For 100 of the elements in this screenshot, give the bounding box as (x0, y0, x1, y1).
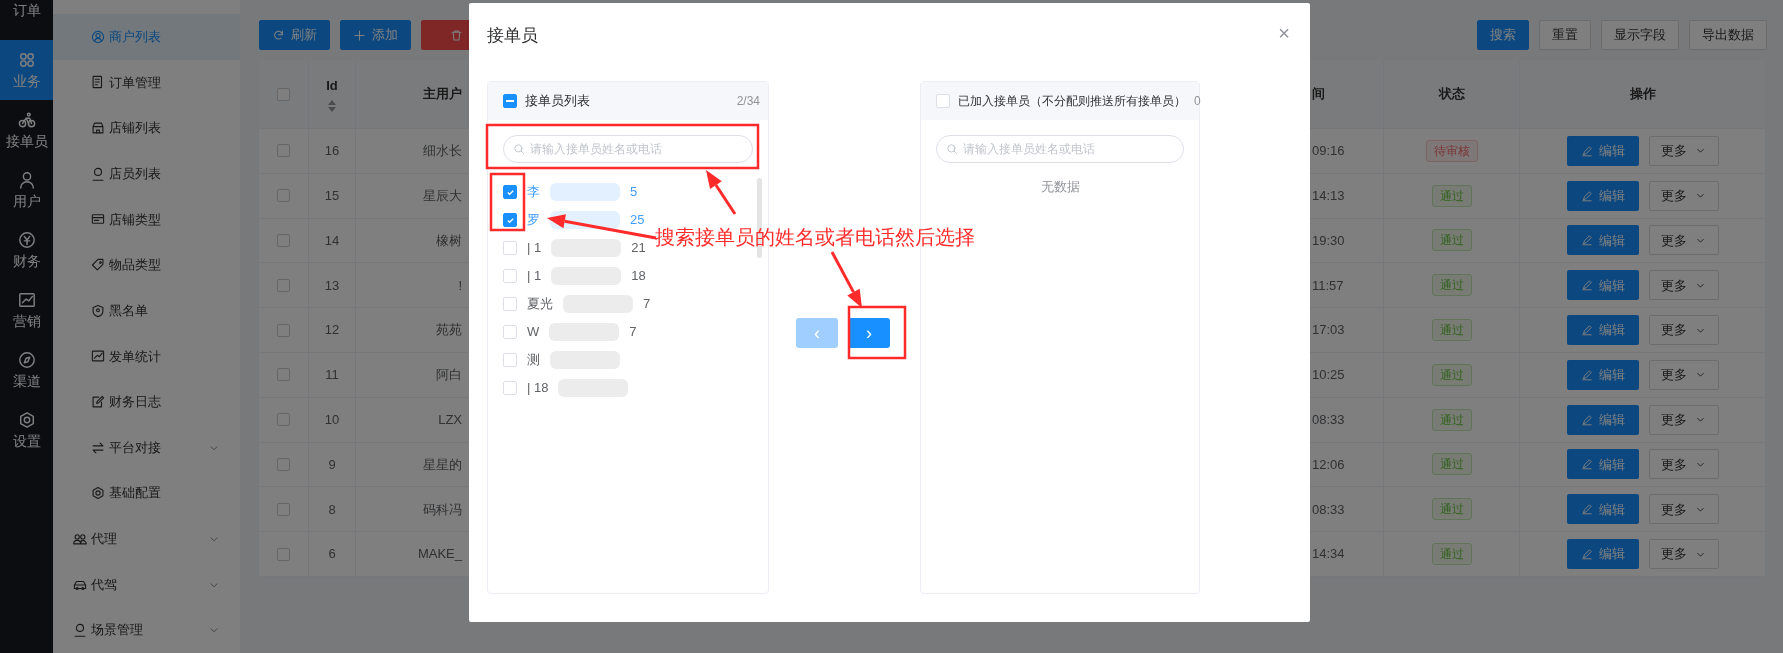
checkbox[interactable] (277, 189, 290, 203)
rail-item[interactable]: 财务 (0, 220, 53, 280)
sort-icon[interactable] (328, 99, 336, 112)
rail-item[interactable]: 设置 (0, 400, 53, 460)
rail-item[interactable]: 用户 (0, 160, 53, 220)
table-cell-text: 12 (324, 321, 340, 340)
edit-button[interactable]: 编辑 (1566, 225, 1639, 256)
submenu-item[interactable]: 代驾 (53, 561, 240, 608)
list-item[interactable]: 夏光 7 (503, 290, 651, 318)
table-cell-text: 12:06 (1312, 455, 1345, 474)
shield-icon (91, 303, 105, 318)
highlight-frame (489, 172, 526, 232)
more-dropdown[interactable]: 更多 (1648, 539, 1719, 570)
toolbar-button[interactable]: 添加 (340, 20, 411, 50)
toolbar-button[interactable]: 重置 (1539, 20, 1591, 50)
submenu-item[interactable]: 代理 (53, 516, 240, 562)
edit-button[interactable]: 编辑 (1566, 315, 1639, 346)
column-header: 间 (1312, 85, 1325, 104)
column-header: 主用户 (423, 85, 462, 104)
checkbox[interactable] (277, 278, 290, 292)
card-icon (91, 212, 105, 227)
submenu-item[interactable]: 发单统计 (53, 333, 240, 380)
table-cell-text: 08:33 (1312, 410, 1345, 429)
search-icon (946, 143, 958, 155)
table-cell-text: 8 (328, 500, 336, 519)
more-dropdown[interactable]: 更多 (1648, 315, 1719, 346)
more-dropdown[interactable]: 更多 (1648, 225, 1719, 256)
checkbox[interactable] (277, 547, 290, 561)
edit-button[interactable]: 编辑 (1566, 449, 1639, 480)
submenu-item[interactable]: 基础配置 (53, 470, 240, 517)
table-cell-text: 14 (324, 231, 340, 250)
list-item[interactable]: | 1 18 (503, 262, 646, 290)
submenu-item[interactable]: 订单管理 (53, 59, 240, 106)
list-item[interactable]: W 7 (503, 318, 637, 346)
column-header: 操作 (1629, 85, 1656, 104)
submenu-item[interactable]: 场景管理 (53, 607, 240, 653)
checkbox[interactable] (277, 87, 290, 101)
toolbar-button[interactable]: 搜索 (1477, 20, 1529, 50)
more-dropdown[interactable]: 更多 (1648, 359, 1719, 390)
submenu-item[interactable]: 店铺列表 (53, 105, 240, 151)
more-dropdown[interactable]: 更多 (1648, 135, 1719, 166)
submenu-item[interactable]: 店员列表 (53, 150, 240, 197)
search-field[interactable]: 请输入接单员姓名或电话 (936, 135, 1184, 163)
transfer-button[interactable]: › (848, 318, 890, 348)
edit-button[interactable]: 编辑 (1566, 135, 1639, 166)
submenu-item[interactable]: 平台对接 (53, 424, 240, 471)
checkbox[interactable] (503, 94, 517, 108)
table-cell-text: 橡树 (436, 231, 462, 250)
list-item[interactable]: | 1 21 (503, 234, 646, 262)
rail-item[interactable]: 订单 (0, 0, 53, 40)
more-dropdown[interactable]: 更多 (1648, 449, 1719, 480)
checkbox[interactable] (503, 213, 517, 227)
submenu-item[interactable]: 物品类型 (53, 242, 240, 288)
pen-icon (1580, 413, 1593, 426)
submenu-item[interactable]: 店铺类型 (53, 196, 240, 243)
more-dropdown[interactable]: 更多 (1648, 494, 1719, 525)
search-icon (513, 143, 525, 155)
submenu-item[interactable]: 黑名单 (53, 287, 240, 334)
settings-icon (17, 410, 36, 429)
status-tag: 通过 (1431, 274, 1472, 297)
more-dropdown[interactable]: 更多 (1648, 270, 1719, 301)
compass-icon (17, 350, 36, 369)
search-field[interactable]: 请输入接单员姓名或电话 (503, 135, 753, 163)
close-button[interactable]: × (1278, 23, 1290, 43)
edit-button[interactable]: 编辑 (1566, 539, 1639, 570)
checkbox[interactable] (277, 368, 290, 382)
submenu-item[interactable]: 财务日志 (53, 379, 240, 425)
edit-button[interactable]: 编辑 (1566, 180, 1639, 211)
checkbox[interactable] (277, 144, 290, 158)
list-item[interactable]: | 18 (503, 374, 629, 402)
pen-icon (1580, 189, 1593, 202)
table-cell-text: 14:34 (1312, 545, 1345, 564)
rail-item[interactable]: 渠道 (0, 340, 53, 400)
edit-button[interactable]: 编辑 (1566, 404, 1639, 435)
toolbar-button[interactable]: 导出数据 (1689, 20, 1767, 50)
list-item[interactable]: 罗 25 (503, 206, 645, 234)
list-item[interactable]: 测 (503, 346, 620, 374)
checkbox[interactable] (277, 413, 290, 427)
more-dropdown[interactable]: 更多 (1648, 404, 1719, 435)
checkbox[interactable] (277, 457, 290, 471)
status-tag: 通过 (1431, 363, 1472, 386)
more-dropdown[interactable]: 更多 (1648, 180, 1719, 211)
checkbox[interactable] (277, 234, 290, 247)
edit-button[interactable]: 编辑 (1566, 270, 1639, 301)
rail-item[interactable]: 接单员 (0, 100, 53, 160)
checkbox[interactable] (277, 323, 290, 337)
edit-button[interactable]: 编辑 (1566, 494, 1639, 525)
checkbox[interactable] (277, 502, 290, 516)
checkbox[interactable] (503, 185, 517, 199)
rail-item[interactable]: 业务 (0, 40, 53, 100)
toolbar-button[interactable]: 显示字段 (1601, 20, 1679, 50)
redacted-area (550, 183, 620, 201)
toolbar-button[interactable]: 刷新 (259, 20, 330, 50)
pen-icon (1580, 368, 1593, 381)
list-item[interactable]: 李 5 (503, 178, 638, 206)
table-cell-text: 10 (324, 410, 340, 429)
rail-item[interactable]: 营销 (0, 280, 53, 340)
edit-button[interactable]: 编辑 (1566, 359, 1639, 390)
grid-icon (17, 50, 36, 69)
status-tag: 通过 (1431, 184, 1472, 207)
